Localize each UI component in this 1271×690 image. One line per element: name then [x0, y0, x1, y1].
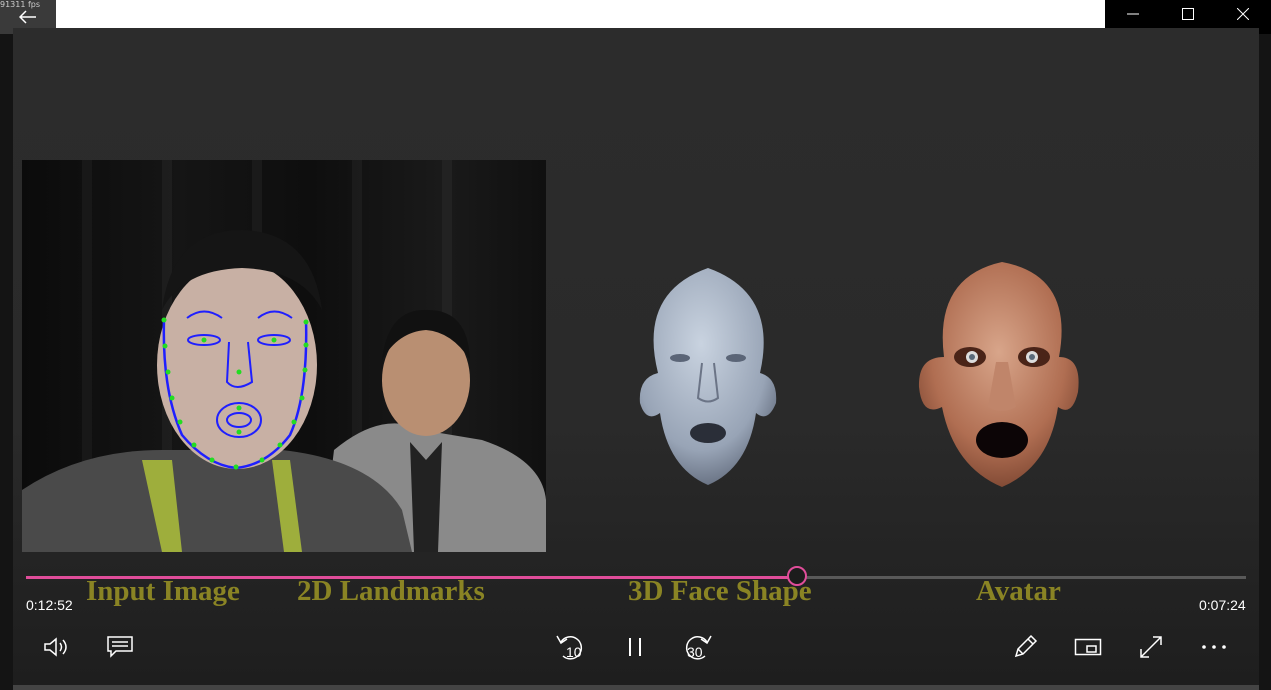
fps-counter: 91311 fps — [0, 0, 41, 9]
subtitles-icon — [107, 636, 133, 658]
back-arrow-icon — [19, 10, 36, 24]
fullscreen-icon — [1140, 636, 1162, 658]
pen-icon — [1014, 634, 1038, 658]
seek-bar[interactable] — [26, 576, 1246, 579]
edit-button[interactable] — [1007, 630, 1043, 664]
skip-forward-label: 30 — [687, 644, 703, 660]
skip-forward-button[interactable]: 30 — [681, 630, 717, 664]
fullscreen-button[interactable] — [1133, 630, 1169, 664]
close-button[interactable] — [1215, 0, 1270, 28]
minimize-button[interactable] — [1105, 0, 1160, 28]
volume-button[interactable] — [39, 630, 75, 664]
seek-bar-played — [26, 576, 798, 579]
caption-3d-face-shape: 3D Face Shape — [628, 575, 812, 607]
maximize-icon — [1181, 8, 1194, 20]
skip-back-button[interactable]: 10 — [553, 630, 589, 664]
close-icon — [1236, 8, 1249, 20]
skip-back-label: 10 — [566, 644, 582, 660]
captions-button[interactable] — [102, 630, 138, 664]
input-faces — [22, 230, 546, 552]
play-pause-button[interactable] — [617, 630, 653, 664]
title-bar — [56, 0, 1105, 28]
pause-icon — [629, 638, 641, 656]
elapsed-time: 0:12:52 — [26, 597, 73, 613]
bottom-edge — [13, 685, 1259, 690]
minimize-icon — [1126, 13, 1139, 15]
3d-face-shape — [639, 268, 777, 485]
caption-avatar: Avatar — [976, 575, 1061, 607]
remaining-time: 0:07:24 — [1199, 597, 1246, 613]
maximize-button[interactable] — [1160, 0, 1215, 28]
volume-icon — [44, 637, 67, 657]
more-options-button[interactable] — [1196, 630, 1232, 664]
input-image-frame — [22, 160, 546, 552]
more-options-icon — [1202, 645, 1226, 649]
avatar-face — [918, 262, 1079, 487]
caption-input-image: Input Image — [86, 575, 240, 607]
caption-2d-landmarks: 2D Landmarks — [297, 575, 485, 607]
mini-view-button[interactable] — [1070, 630, 1106, 664]
seek-bar-thumb[interactable] — [787, 566, 808, 586]
mini-view-icon — [1074, 638, 1102, 656]
